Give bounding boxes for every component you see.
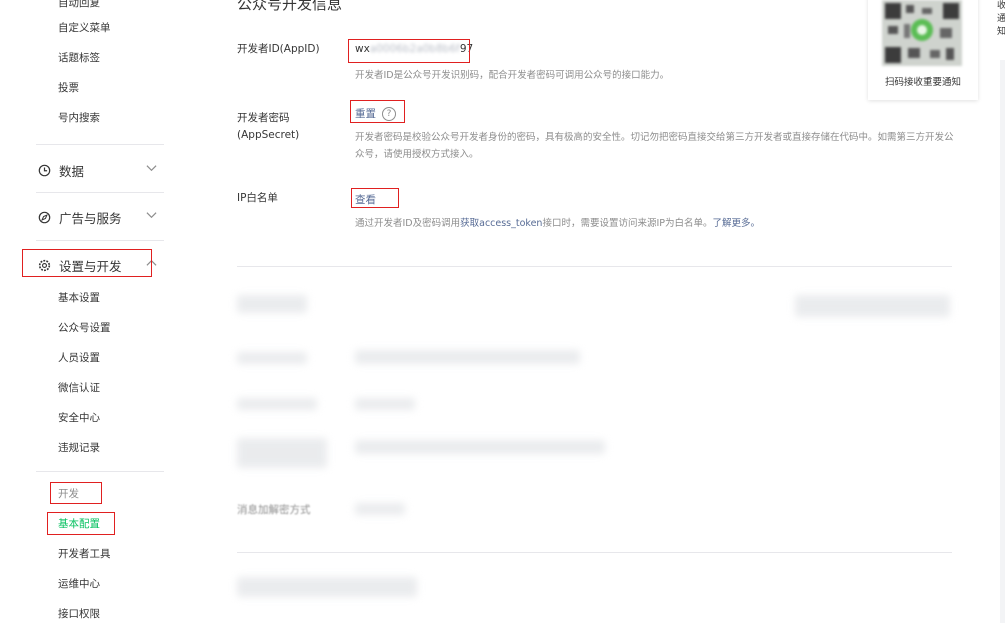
blurred-region: [237, 577, 417, 597]
appid-description: 开发者ID是公众号开发识别码，配合开发者密码可调用公众号的接口能力。: [355, 70, 670, 81]
qr-notify-card: 扫码接收重要通知: [868, 0, 978, 100]
appid-label: 开发者ID(AppID): [237, 43, 320, 55]
chevron-down-icon[interactable]: [146, 164, 157, 172]
ip-desc-pre: 通过开发者ID及密码调用: [355, 218, 461, 229]
sidebar-group-label: 数据: [59, 164, 85, 179]
reset-secret-button[interactable]: 重置: [355, 106, 376, 121]
sidebar-group-settings[interactable]: 设置与开发: [38, 256, 122, 275]
section-divider: [237, 266, 952, 267]
blurred-region: [355, 398, 415, 410]
encryption-mode-label: 消息加解密方式: [237, 504, 311, 516]
sidebar-item-vote[interactable]: 投票: [58, 81, 79, 95]
notice-text-line: 知: [997, 27, 1005, 37]
blurred-region: [355, 440, 605, 454]
section-divider: [237, 552, 952, 553]
sidebar-group-label: 设置与开发: [59, 259, 122, 274]
ip-desc-mid: 接口时，需要设置访问来源IP为白名单。: [542, 218, 713, 229]
secret-actions: 重置 ?: [355, 106, 396, 121]
sidebar-item-auto-reply[interactable]: 自动回复: [58, 0, 100, 10]
page-title: 公众号开发信息: [237, 0, 343, 13]
sidebar-divider: [36, 192, 164, 193]
ip-whitelist-action: 查看: [355, 192, 376, 207]
qr-code-image: [882, 0, 962, 66]
blurred-region: [355, 350, 580, 364]
chevron-up-icon[interactable]: [146, 259, 157, 267]
qr-caption: 扫码接收重要通知: [884, 77, 961, 88]
access-token-link[interactable]: 获取access_token: [460, 218, 542, 229]
sidebar-group-ads[interactable]: 广告与服务: [38, 208, 122, 227]
ip-whitelist-description: 通过开发者ID及密码调用获取access_token接口时，需要设置访问来源IP…: [355, 215, 975, 232]
sidebar-item-dev-tools[interactable]: 开发者工具: [58, 547, 111, 561]
blurred-region: [237, 352, 307, 364]
view-ip-whitelist-button[interactable]: 查看: [355, 194, 376, 206]
blurred-region: [237, 438, 327, 468]
help-icon[interactable]: ?: [382, 106, 396, 121]
sidebar: 自动回复 自定义菜单 话题标签 投票 号内搜索 数据 广告与服务 设置与开发 基…: [0, 0, 205, 623]
sidebar-item-wechat-verify[interactable]: 微信认证: [58, 381, 100, 395]
appid-prefix: wx: [355, 43, 370, 55]
secret-label: 开发者密码(AppSecret): [237, 112, 300, 141]
sidebar-divider: [36, 471, 164, 472]
right-notice-strip: 收 通 知: [985, 0, 1005, 60]
sidebar-item-search[interactable]: 号内搜索: [58, 111, 100, 125]
notice-text-line: 通: [997, 14, 1005, 24]
sidebar-item-api-permissions[interactable]: 接口权限: [58, 607, 100, 621]
qr-code-icon: [882, 0, 962, 66]
sidebar-divider: [36, 240, 164, 241]
chevron-down-icon[interactable]: [146, 211, 157, 219]
sidebar-group-data[interactable]: 数据: [38, 161, 84, 180]
blurred-region: [237, 295, 307, 313]
sidebar-divider: [36, 144, 164, 145]
ip-whitelist-label: IP白名单: [237, 192, 278, 204]
sidebar-item-ops-center[interactable]: 运维中心: [58, 577, 100, 591]
sidebar-item-violation-records[interactable]: 违规记录: [58, 441, 100, 455]
sidebar-item-basic-config[interactable]: 基本配置: [58, 517, 100, 531]
compass-icon: [38, 211, 51, 224]
appid-masked: a0006b2a0b8b6f: [369, 43, 460, 55]
appid-suffix: 97: [459, 43, 474, 55]
blurred-region: [237, 398, 317, 410]
learn-more-link[interactable]: 了解更多。: [712, 218, 760, 229]
sidebar-item-staff-settings[interactable]: 人员设置: [58, 351, 100, 365]
blurred-region: [355, 503, 405, 515]
sidebar-section-dev: 开发: [58, 488, 79, 500]
blurred-region: [795, 295, 950, 317]
gear-icon: [38, 259, 51, 272]
sidebar-item-topic-tags[interactable]: 话题标签: [58, 51, 100, 65]
sidebar-item-account-settings[interactable]: 公众号设置: [58, 321, 111, 335]
sidebar-item-custom-menu[interactable]: 自定义菜单: [58, 21, 111, 35]
sidebar-item-basic-settings[interactable]: 基本设置: [58, 291, 100, 305]
secret-description: 开发者密码是校验公众号开发者身份的密码，具有极高的安全性。切记勿把密码直接交给第…: [355, 132, 954, 160]
appid-value: wxa0006b2a0b8b6f97: [355, 43, 473, 55]
notice-text-line: 收: [997, 1, 1005, 11]
sidebar-item-security-center[interactable]: 安全中心: [58, 411, 100, 425]
sidebar-group-label: 广告与服务: [59, 211, 122, 226]
clock-icon: [38, 164, 51, 177]
